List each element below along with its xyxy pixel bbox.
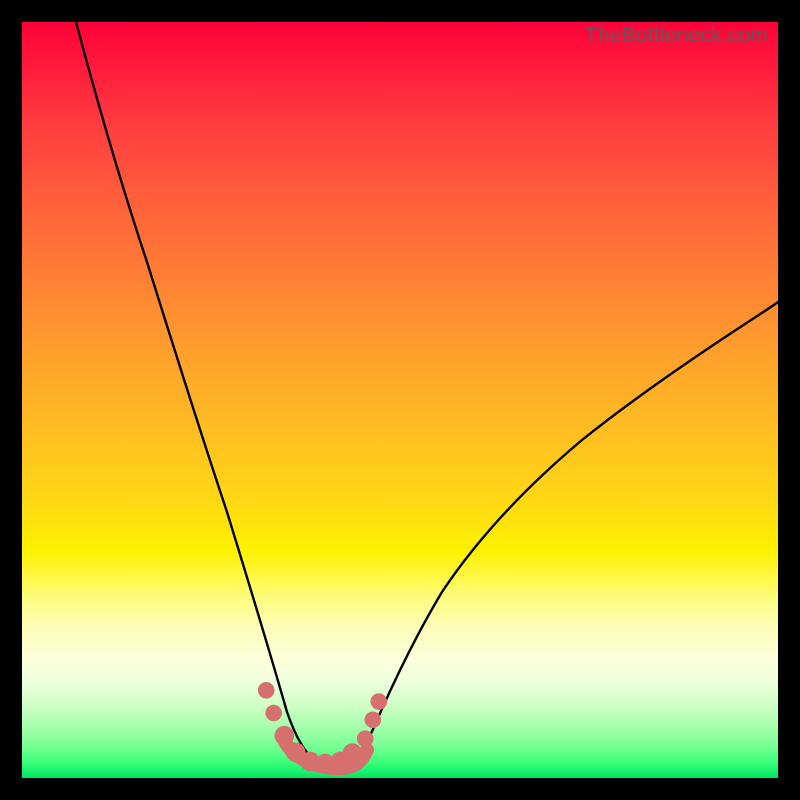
plot-area: TheBottleneck.com bbox=[22, 22, 778, 778]
bottleneck-curve-path bbox=[76, 22, 778, 767]
curve-marker bbox=[343, 743, 363, 763]
curve-marker bbox=[357, 730, 374, 747]
curve-marker bbox=[258, 682, 275, 699]
curve-marker bbox=[365, 712, 382, 729]
curve-marker bbox=[265, 705, 282, 722]
bottleneck-chart bbox=[22, 22, 778, 778]
watermark-text: TheBottleneck.com bbox=[585, 24, 768, 48]
curve-marker bbox=[371, 693, 388, 710]
curve-marker bbox=[275, 726, 295, 746]
